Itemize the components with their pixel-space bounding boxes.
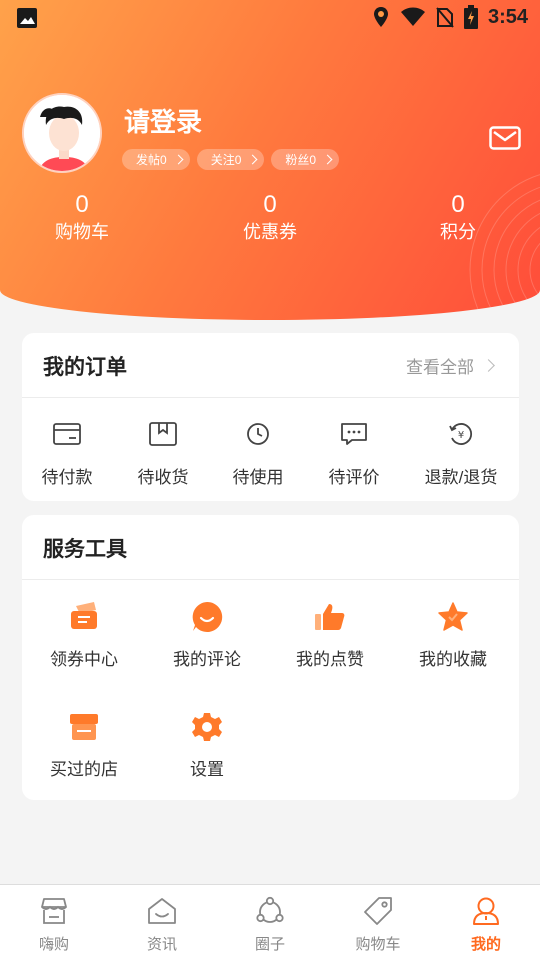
image-notification-icon <box>17 8 37 28</box>
smile-comment-icon <box>192 601 223 632</box>
orders-title: 我的订单 <box>43 356 127 379</box>
tool-coupon-center[interactable]: 领券中心 <box>22 599 146 670</box>
tool-my-favorites[interactable]: 我的收藏 <box>391 599 515 670</box>
package-icon <box>149 422 177 446</box>
login-prompt[interactable]: 请登录 <box>124 102 202 139</box>
stat-coupons-label: 优惠券 <box>243 222 297 242</box>
stat-points[interactable]: 0 积分 <box>398 190 518 244</box>
orders-card: 我的订单 查看全部 待付款 待收货 待使用 待评价 ¥ 退款/退货 <box>22 333 519 501</box>
order-item-label: 待评价 <box>328 468 380 487</box>
clock-icon <box>247 423 269 445</box>
nav-tab-shop[interactable]: 嗨购 <box>0 895 108 954</box>
profile-chips: 发帖0 关注0 粉丝0 <box>122 149 340 170</box>
svg-text:¥: ¥ <box>458 430 464 441</box>
store-icon <box>70 714 98 740</box>
bottom-nav: 嗨购 资讯 圈子 购物车 我的 <box>0 884 540 960</box>
order-pending-payment[interactable]: 待付款 <box>19 419 115 488</box>
chip-posts[interactable]: 发帖0 <box>122 149 190 170</box>
stat-coupons-value: 0 <box>263 191 277 218</box>
tool-my-comments[interactable]: 我的评论 <box>145 599 269 670</box>
chevron-right-icon <box>322 154 333 165</box>
order-item-label: 待使用 <box>232 468 284 487</box>
chip-fans[interactable]: 粉丝0 <box>271 149 340 170</box>
stat-cart[interactable]: 0 购物车 <box>22 190 142 244</box>
nav-tab-me[interactable]: 我的 <box>432 895 540 954</box>
status-bar: 3:54 <box>0 0 540 36</box>
nav-label: 嗨购 <box>38 936 69 953</box>
tool-label: 我的评论 <box>173 650 241 669</box>
battery-charging-icon <box>463 5 478 29</box>
tool-visited-stores[interactable]: 买过的店 <box>22 709 146 780</box>
tool-my-likes[interactable]: 我的点赞 <box>268 599 392 670</box>
divider <box>22 397 519 398</box>
view-all-label: 查看全部 <box>406 358 474 377</box>
chip-following-label: 关注0 <box>210 153 242 167</box>
tool-label: 我的点赞 <box>296 650 364 669</box>
order-refund[interactable]: ¥ 退款/退货 <box>413 419 509 488</box>
order-item-label: 待付款 <box>41 468 93 487</box>
order-pending-review[interactable]: 待评价 <box>306 419 402 488</box>
comment-icon <box>341 423 367 445</box>
refund-icon: ¥ <box>449 423 472 445</box>
nav-label: 资讯 <box>146 936 177 953</box>
tag-icon <box>364 897 392 925</box>
location-icon <box>373 7 388 27</box>
stat-points-value: 0 <box>451 191 465 218</box>
tool-label: 买过的店 <box>50 760 118 779</box>
nav-label: 我的 <box>470 936 501 953</box>
chevron-right-icon <box>247 154 258 165</box>
nav-label: 购物车 <box>355 936 401 953</box>
chevron-right-icon <box>482 359 495 372</box>
status-time: 3:54 <box>487 5 528 28</box>
nav-tab-news[interactable]: 资讯 <box>108 895 216 954</box>
tools-title: 服务工具 <box>43 538 127 561</box>
nav-tab-circle[interactable]: 圈子 <box>216 895 324 954</box>
stat-points-label: 积分 <box>440 222 476 242</box>
order-pending-use[interactable]: 待使用 <box>210 419 306 488</box>
tool-label: 我的收藏 <box>419 650 487 669</box>
coupon-icon <box>71 602 97 629</box>
stat-cart-label: 购物车 <box>55 222 109 242</box>
tool-settings[interactable]: 设置 <box>145 709 269 780</box>
circle-icon <box>256 896 284 923</box>
order-pending-receipt[interactable]: 待收货 <box>115 419 211 488</box>
avatar[interactable] <box>22 93 102 173</box>
chip-following[interactable]: 关注0 <box>196 149 265 170</box>
thumbs-up-icon <box>315 604 345 630</box>
shop-icon <box>41 898 67 924</box>
tool-label: 领券中心 <box>50 650 118 669</box>
tools-card: 服务工具 领券中心 我的评论 我的点赞 我的收藏 买过的店 设置 <box>22 515 519 800</box>
nav-tab-cart[interactable]: 购物车 <box>324 895 432 954</box>
gear-icon <box>192 713 222 741</box>
divider <box>22 579 519 580</box>
no-sim-icon <box>436 7 454 28</box>
stat-coupons[interactable]: 0 优惠券 <box>210 190 330 244</box>
order-item-label: 待收货 <box>137 468 189 487</box>
nav-label: 圈子 <box>254 936 285 953</box>
chip-fans-label: 粉丝0 <box>285 153 317 167</box>
user-icon <box>473 897 499 925</box>
message-icon[interactable] <box>489 126 521 150</box>
chip-posts-label: 发帖0 <box>136 153 167 167</box>
view-all-orders-link[interactable]: 查看全部 <box>406 353 495 378</box>
star-icon <box>438 602 468 631</box>
tool-label: 设置 <box>190 760 224 779</box>
order-item-label: 退款/退货 <box>424 468 498 487</box>
stat-cart-value: 0 <box>75 191 89 218</box>
wifi-icon <box>400 7 425 26</box>
chevron-right-icon <box>173 154 184 165</box>
news-icon <box>148 898 176 924</box>
card-icon <box>53 423 81 445</box>
